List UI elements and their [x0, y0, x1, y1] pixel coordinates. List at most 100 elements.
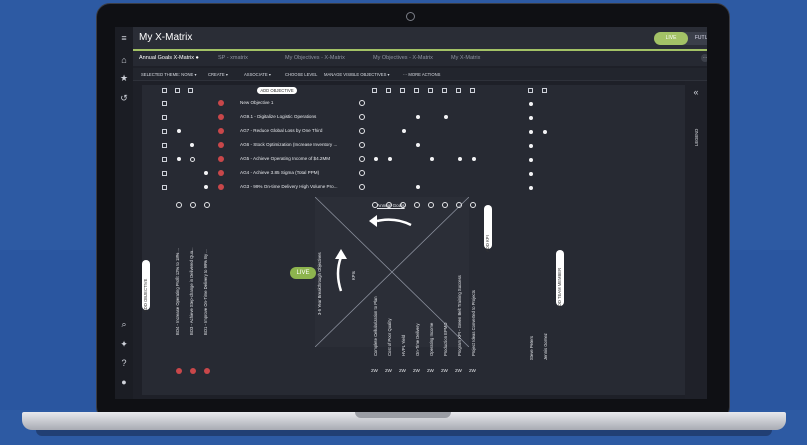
team-dot[interactable] [529, 158, 533, 162]
row-checkbox[interactable] [162, 143, 167, 148]
team-member-label[interactable]: Jennis Gomez [543, 333, 548, 360]
header-checkbox[interactable] [372, 88, 377, 93]
header-checkbox[interactable] [456, 88, 461, 93]
header-checkbox[interactable] [414, 88, 419, 93]
star-icon[interactable]: ★ [119, 73, 129, 83]
more-actions-menu[interactable]: ⋯ MORE ACTIONS [403, 72, 440, 77]
theme-select[interactable]: SELECTED THEME: NONE ▾ [141, 72, 197, 77]
menu-icon[interactable]: ≡ [119, 33, 129, 43]
home-icon[interactable]: ⌂ [119, 55, 129, 65]
team-dot[interactable] [529, 130, 533, 134]
row-checkbox[interactable] [162, 115, 167, 120]
info-icon[interactable] [359, 170, 365, 176]
header-checkbox[interactable] [162, 88, 167, 93]
add-objective-button[interactable]: ADD OBJECTIVE [257, 87, 297, 94]
objective-label[interactable]: AG3 - 99% On-time Delivery High Volume P… [240, 184, 338, 189]
kpi-action-icon[interactable] [428, 202, 434, 208]
relationship-dot[interactable] [374, 157, 378, 161]
info-icon[interactable] [359, 100, 365, 106]
info-icon[interactable] [359, 142, 365, 148]
tab-my-objectives-1[interactable]: My Objectives - X-Matrix [285, 55, 345, 61]
toggle-live[interactable]: LIVE [654, 32, 688, 45]
kpi-label[interactable]: HVPL Yield [401, 335, 406, 356]
breakthrough-label[interactable]: 3-5 Year Breakthrough Objectives [317, 252, 322, 315]
header-checkbox[interactable] [175, 88, 180, 93]
user-icon[interactable]: ● [119, 377, 129, 387]
info-icon[interactable] [359, 156, 365, 162]
add-objective-vertical-label[interactable]: ADD OBJECTIVE [143, 279, 148, 312]
toggle-future[interactable]: FUTURE [688, 32, 707, 45]
team-dot[interactable] [529, 172, 533, 176]
relationship-dot[interactable] [177, 129, 181, 133]
header-checkbox[interactable] [188, 88, 193, 93]
relationship-dot[interactable] [458, 157, 462, 161]
manage-objectives-menu[interactable]: MANAGE VISIBLE OBJECTIVES ▾ [324, 72, 390, 77]
kpi-action-icon[interactable] [400, 202, 406, 208]
header-checkbox[interactable] [528, 88, 533, 93]
kpi-action-icon[interactable] [386, 202, 392, 208]
add-kpi-label[interactable]: ADD KPI [485, 235, 490, 252]
objective-label[interactable]: AG6 - Stock Optimization (Increase Inven… [240, 142, 337, 147]
legend-label[interactable]: LEGEND [694, 129, 699, 146]
tab-annual-goals[interactable]: Annual Goals X-Matrix ● [139, 55, 199, 61]
kpi-label[interactable]: On-Time Delivery [415, 324, 420, 356]
relationship-dot[interactable] [430, 157, 434, 161]
objective-label[interactable]: AG9.1 - Digitalize Logistic Operations [240, 114, 316, 119]
row-checkbox[interactable] [162, 129, 167, 134]
bo-action-icon[interactable] [204, 202, 210, 208]
team-dot[interactable] [529, 102, 533, 106]
search-icon[interactable]: ⌕ [119, 319, 129, 329]
row-checkbox[interactable] [162, 157, 167, 162]
relationship-dot[interactable] [388, 157, 392, 161]
team-dot[interactable] [543, 130, 547, 134]
row-checkbox[interactable] [162, 171, 167, 176]
relationship-dot[interactable] [177, 157, 181, 161]
team-dot[interactable] [529, 116, 533, 120]
team-dot[interactable] [529, 144, 533, 148]
kpi-label[interactable]: Program KPI - Green Belt Training Succes… [457, 275, 462, 356]
choose-level-button[interactable]: CHOOSE LEVEL [285, 72, 317, 77]
relationship-dot[interactable] [402, 129, 406, 133]
bo-action-icon[interactable] [176, 202, 182, 208]
objective-label[interactable]: AG5 - Achieve Operating Income of $4.2MM [240, 156, 330, 161]
objective-label[interactable]: AG7 - Reduce Global Loss by One Third [240, 128, 322, 133]
info-icon[interactable] [359, 128, 365, 134]
relationship-dot[interactable] [416, 115, 420, 119]
live-future-toggle[interactable]: LIVE FUTURE [654, 32, 707, 45]
row-checkbox[interactable] [162, 101, 167, 106]
create-menu[interactable]: CREATE ▾ [208, 72, 228, 77]
info-icon[interactable] [359, 114, 365, 120]
row-checkbox[interactable] [162, 185, 167, 190]
header-checkbox[interactable] [542, 88, 547, 93]
kpi-action-icon[interactable] [372, 202, 378, 208]
relationship-dot[interactable] [444, 115, 448, 119]
associate-menu[interactable]: ASSOCIATE ▾ [244, 72, 271, 77]
relationship-dot[interactable] [416, 185, 420, 189]
more-tabs-icon[interactable]: ⋯ [701, 54, 707, 62]
kpi-label[interactable]: Cost of Poor Quality [387, 319, 392, 356]
relationship-ring[interactable] [190, 157, 195, 162]
kpi-action-icon[interactable] [470, 202, 476, 208]
relationship-dot[interactable] [204, 185, 208, 189]
kpi-action-icon[interactable] [456, 202, 462, 208]
info-icon[interactable] [359, 184, 365, 190]
kpi-label[interactable]: Operating Income [429, 323, 434, 356]
header-checkbox[interactable] [428, 88, 433, 93]
bo-label[interactable]: BO4 - Increase Operating Profit 12% to 1… [175, 248, 180, 335]
header-checkbox[interactable] [442, 88, 447, 93]
kpi-action-icon[interactable] [414, 202, 420, 208]
relationship-dot[interactable] [472, 157, 476, 161]
relationship-dot[interactable] [416, 143, 420, 147]
kpi-label[interactable]: Project Ideas Converted to Projects [471, 290, 476, 356]
bo-action-icon[interactable] [190, 202, 196, 208]
bo-label[interactable]: BO3 - Achieve Step-change in Delivered Q… [189, 247, 194, 335]
kpi-label[interactable]: Production EPMO [443, 322, 448, 356]
objective-label[interactable]: New Objective 1 [240, 100, 273, 105]
team-dot[interactable] [529, 186, 533, 190]
team-member-label[interactable]: Steve Peters [529, 336, 534, 360]
relationship-dot[interactable] [204, 171, 208, 175]
header-checkbox[interactable] [400, 88, 405, 93]
bo-label[interactable]: BO1 - Improve On-Time Delivery to 99% By… [203, 249, 208, 335]
tab-my-xmatrix[interactable]: My X-Matrix [451, 55, 480, 61]
kpi-label[interactable]: Complete Cellularization to Plan [373, 296, 378, 356]
